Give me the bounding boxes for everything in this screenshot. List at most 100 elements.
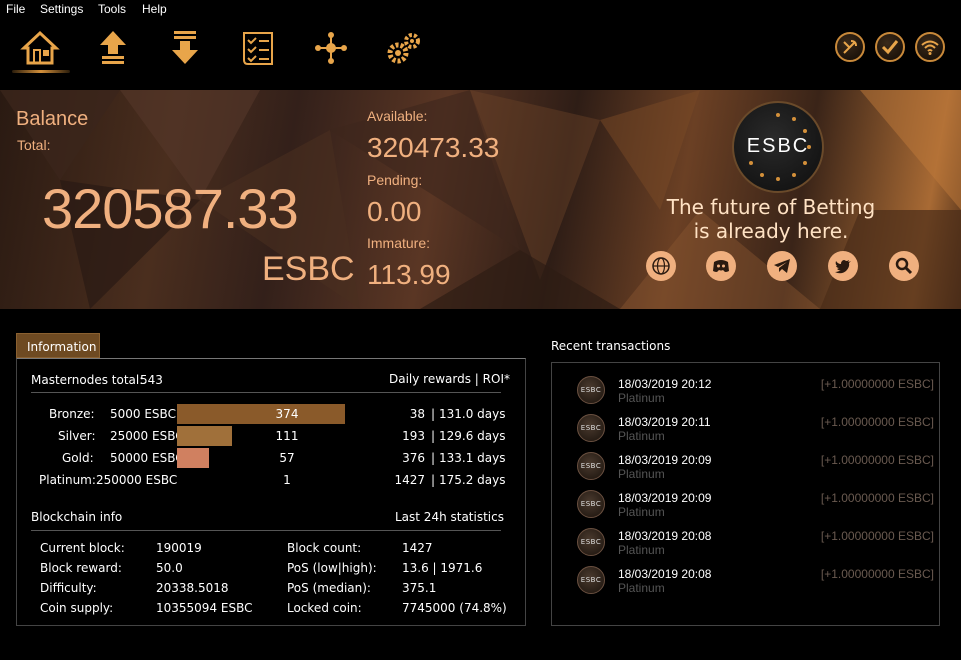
transaction-amount: [+1.00000000 ESBC] [820, 529, 934, 543]
coin-icon-text: ESBC [580, 500, 602, 508]
transaction-amount: [+1.00000000 ESBC] [820, 377, 934, 391]
search-icon[interactable] [889, 251, 919, 281]
recent-transactions-list: ESBC 18/03/2019 20:12 Platinum [+1.00000000… [551, 362, 940, 626]
tier-label: Platinum: [39, 473, 96, 487]
tier-roi: 131.0 days [439, 407, 506, 421]
tier-roi: 129.6 days [439, 429, 506, 443]
information-panel: Masternodes total: 543 Daily rewards | R… [16, 358, 526, 626]
transaction-type: Platinum [618, 467, 665, 481]
balance-banner: Balance Total: 320587.33 ESBC Available:… [0, 90, 961, 309]
stat-label: Coin supply: [40, 601, 114, 615]
esbc-logo: ESBC [732, 101, 824, 193]
transaction-date[interactable]: 18/03/2019 20:08 [618, 529, 711, 543]
stat-value: 7745000 (74.8%) [402, 601, 507, 615]
transactions-icon[interactable] [238, 28, 278, 68]
discord-icon[interactable] [706, 251, 736, 281]
slogan-line-2: is already here. [693, 219, 849, 243]
available-label: Available: [367, 108, 428, 124]
stat-label: Difficulty: [40, 581, 97, 595]
tier-count: 57 [279, 451, 295, 465]
settings-icon[interactable] [384, 28, 424, 68]
transaction-date[interactable]: 18/03/2019 20:12 [618, 377, 711, 391]
masternodes-icon[interactable] [311, 28, 351, 68]
balance-total-label: Total: [17, 137, 51, 153]
transaction-date[interactable]: 18/03/2019 20:08 [618, 567, 711, 581]
coin-icon-text: ESBC [580, 386, 602, 394]
coin-icon-text: ESBC [580, 462, 602, 470]
staking-icon[interactable] [835, 32, 865, 62]
home-icon[interactable] [20, 28, 60, 68]
send-icon[interactable] [93, 28, 133, 68]
immature-label: Immature: [367, 235, 431, 251]
tier-collateral: 25000 ESBC [110, 429, 184, 443]
menu-settings[interactable]: Settings [40, 2, 83, 16]
available-value: 320473.33 [367, 132, 500, 163]
esbc-coin-icon: ESBC [577, 566, 605, 594]
transaction-date[interactable]: 18/03/2019 20:09 [618, 491, 711, 505]
tier-reward: 1427 [394, 473, 425, 487]
stat-label: PoS (low|high): [287, 561, 377, 575]
network-wifi-icon[interactable] [915, 32, 945, 62]
tier-reward: 38 [409, 407, 425, 421]
stat-value: 10355094 ESBC [156, 601, 253, 615]
esbc-coin-icon: ESBC [577, 414, 605, 442]
recent-transactions-title: Recent transactions [551, 339, 671, 353]
blockchain-info-title: Blockchain info [31, 510, 123, 524]
stat-value: 375.1 [402, 581, 437, 595]
tier-count: 374 [275, 407, 299, 421]
transaction-amount: [+1.00000000 ESBC] [820, 415, 934, 429]
transaction-type: Platinum [618, 543, 665, 557]
tier-bar [177, 426, 232, 446]
menu-help[interactable]: Help [142, 2, 167, 16]
tier-bar [177, 404, 345, 424]
tier-separator: | [431, 407, 436, 421]
tab-information[interactable]: Information [16, 333, 100, 358]
daily-rewards-header: Daily rewards | ROI* [389, 372, 510, 386]
divider [31, 392, 501, 393]
tier-collateral: 50000 ESBC [110, 451, 184, 465]
stat-value: 50.0 [156, 561, 183, 575]
tier-collateral: 250000 ESBC [96, 473, 178, 487]
toolbar [0, 18, 961, 90]
esbc-coin-icon: ESBC [577, 376, 605, 404]
transaction-date[interactable]: 18/03/2019 20:11 [618, 415, 711, 429]
masternodes-total-value: 543 [140, 373, 163, 387]
stat-label: Block count: [287, 541, 362, 555]
tier-bar [177, 448, 209, 468]
tier-separator: | [431, 429, 436, 443]
transaction-date[interactable]: 18/03/2019 20:09 [618, 453, 711, 467]
coin-icon-text: ESBC [580, 538, 602, 546]
stat-label: Locked coin: [287, 601, 362, 615]
masternodes-total-label: Masternodes total: [31, 373, 144, 387]
tier-count: 1 [283, 473, 291, 487]
balance-unit: ESBC [262, 250, 355, 288]
pending-label: Pending: [367, 172, 423, 188]
tier-count: 111 [275, 429, 299, 443]
menu-tools[interactable]: Tools [98, 2, 126, 16]
tier-roi: 175.2 days [439, 473, 506, 487]
tier-separator: | [431, 473, 436, 487]
receive-icon[interactable] [165, 28, 205, 68]
telegram-icon[interactable] [767, 251, 797, 281]
balance-title: Balance [16, 108, 89, 130]
balance-total-value: 320587.33 [42, 177, 299, 240]
menu-file[interactable]: File [6, 2, 25, 16]
stat-label: PoS (median): [287, 581, 371, 595]
transaction-type: Platinum [618, 391, 665, 405]
transaction-type: Platinum [618, 429, 665, 443]
tier-roi: 133.1 days [439, 451, 506, 465]
transaction-amount: [+1.00000000 ESBC] [820, 567, 934, 581]
website-globe-icon[interactable] [646, 251, 676, 281]
tier-separator: | [431, 451, 436, 465]
active-tab-indicator [12, 70, 70, 73]
stat-value: 190019 [156, 541, 202, 555]
stat-label: Current block: [40, 541, 125, 555]
menu-bar: File Settings Tools Help [0, 0, 961, 18]
immature-value: 113.99 [367, 259, 451, 290]
transaction-type: Platinum [618, 581, 665, 595]
synced-check-icon[interactable] [875, 32, 905, 62]
esbc-coin-icon: ESBC [577, 528, 605, 556]
twitter-icon[interactable] [828, 251, 858, 281]
transaction-amount: [+1.00000000 ESBC] [820, 453, 934, 467]
divider [31, 530, 501, 531]
